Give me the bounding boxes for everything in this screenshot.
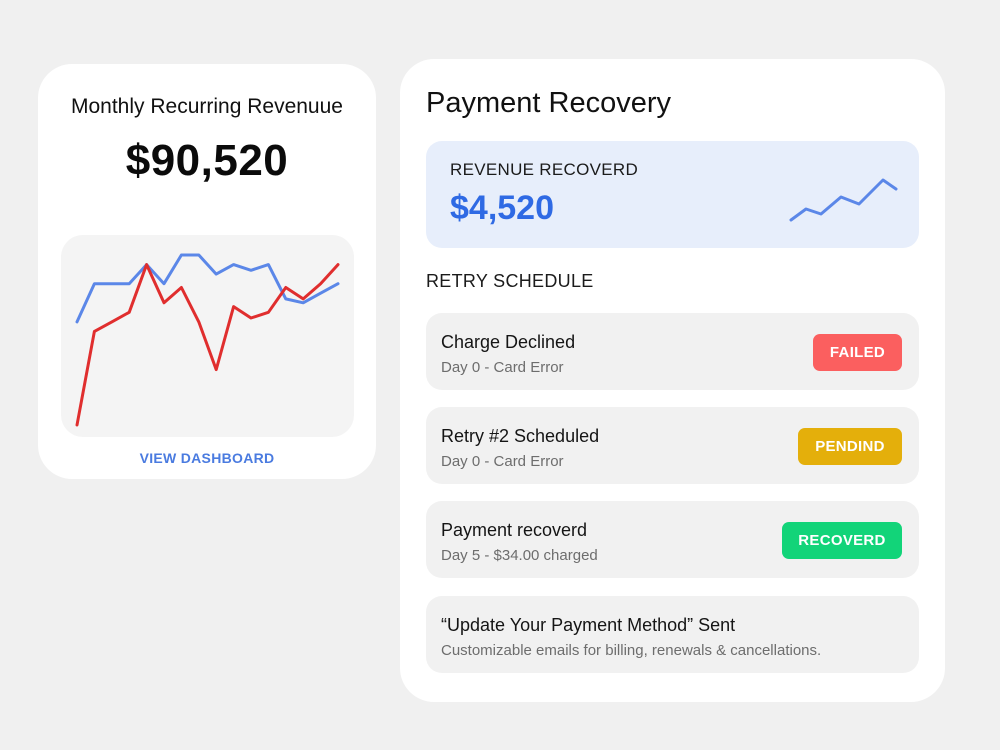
retry-item-subtitle: Day 0 - Card Error [441, 453, 564, 470]
retry-item-title: “Update Your Payment Method” Sent [441, 615, 736, 635]
payment-recovery-title: Payment Recovery [426, 87, 671, 119]
retry-item-retry-scheduled[interactable]: Retry #2 Scheduled Day 0 - Card Error PE… [426, 407, 919, 484]
retry-item-email-sent[interactable]: “Update Your Payment Method” Sent Custom… [426, 596, 919, 673]
mrr-title: Monthly Recurring Revenuue [71, 95, 343, 118]
mrr-card: Monthly Recurring Revenuue $90,520 VIEW … [38, 64, 376, 479]
mrr-line-chart [75, 253, 340, 427]
mrr-chart [61, 235, 354, 437]
mrr-series-line-2 [75, 263, 340, 427]
status-badge-pending: PENDIND [798, 428, 902, 465]
retry-item-subtitle: Customizable emails for billing, renewal… [441, 642, 822, 659]
retry-item-charge-declined[interactable]: Charge Declined Day 0 - Card Error FAILE… [426, 313, 919, 390]
status-badge-failed: FAILED [813, 334, 902, 371]
mrr-value: $90,520 [125, 136, 289, 185]
mrr-series-line-1 [75, 253, 340, 324]
payment-recovery-card: Payment Recovery REVENUE RECOVERD $4,520… [400, 59, 945, 702]
retry-schedule-heading: RETRY SCHEDULE [426, 271, 594, 291]
revenue-recovered-label: REVENUE RECOVERD [450, 160, 639, 179]
retry-item-title: Retry #2 Scheduled [441, 426, 600, 446]
view-dashboard-link[interactable]: VIEW DASHBOARD [38, 450, 376, 466]
retry-item-subtitle: Day 5 - $34.00 charged [441, 547, 598, 564]
retry-item-title: Charge Declined [441, 332, 576, 352]
status-badge-recovered: RECOVERD [782, 522, 902, 559]
revenue-recovered-value: $4,520 [450, 189, 554, 227]
revenue-sparkline [789, 178, 898, 222]
revenue-recovered-panel: REVENUE RECOVERD $4,520 [426, 141, 919, 248]
retry-item-payment-recovered[interactable]: Payment recoverd Day 5 - $34.00 charged … [426, 501, 919, 578]
retry-item-subtitle: Day 0 - Card Error [441, 359, 564, 376]
retry-item-title: Payment recoverd [441, 520, 588, 540]
